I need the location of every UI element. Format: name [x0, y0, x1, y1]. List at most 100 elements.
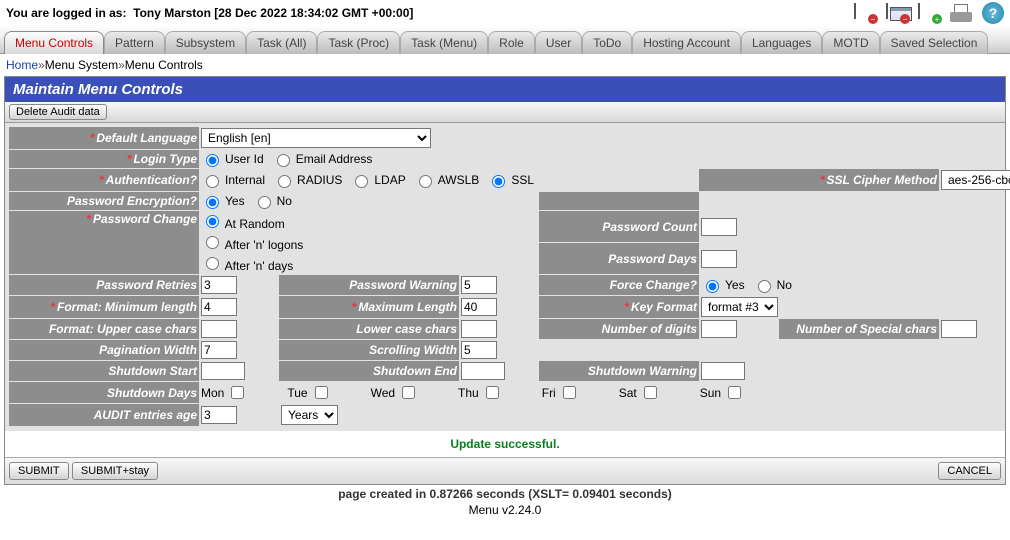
auth-ldap[interactable]: LDAP — [350, 172, 405, 188]
lbl-force-change: Force Change? — [610, 278, 697, 292]
print-icon[interactable] — [950, 4, 972, 22]
login-type-email[interactable]: Email Address — [272, 151, 373, 167]
tab-role[interactable]: Role — [488, 31, 535, 54]
lbl-lower: Lower case chars — [356, 322, 457, 336]
auth-internal[interactable]: Internal — [201, 172, 265, 188]
auth-awslb[interactable]: AWSLB — [414, 172, 480, 188]
day-sun[interactable]: Sun — [700, 383, 744, 402]
audit-age-input[interactable] — [201, 406, 237, 424]
digits-input[interactable] — [701, 320, 737, 338]
lbl-pwd-days: Password Days — [608, 252, 697, 266]
auth-ssl[interactable]: SSL — [487, 172, 534, 188]
shutdown-warn-input[interactable] — [701, 362, 745, 380]
scrolling-input[interactable] — [461, 341, 497, 359]
status-message: Update successful. — [5, 431, 1005, 457]
crumb-leaf: Menu Controls — [125, 58, 203, 72]
tab-task-all[interactable]: Task (All) — [246, 31, 317, 54]
lbl-digits: Number of digits — [602, 322, 697, 336]
breadcrumb: Home»Menu System»Menu Controls — [0, 54, 1010, 76]
crumb-home[interactable]: Home — [6, 58, 38, 72]
day-fri[interactable]: Fri — [542, 383, 579, 402]
page-title: Maintain Menu Controls — [5, 77, 1005, 102]
pwd-change-days[interactable]: After 'n' days — [201, 254, 537, 273]
footer-timing: page created in 0.87266 seconds (XSLT= 0… — [0, 485, 1010, 503]
lbl-pwd-change: Password Change — [93, 212, 197, 226]
tab-pattern[interactable]: Pattern — [104, 31, 165, 54]
day-tue[interactable]: Tue — [287, 383, 330, 402]
lbl-pwd-count: Password Count — [602, 220, 697, 234]
lbl-default-language: Default Language — [96, 131, 197, 145]
lbl-pwd-retries: Password Retries — [96, 278, 197, 292]
lbl-fmt-min: Format: Minimum length — [57, 300, 197, 314]
password-count-input[interactable] — [701, 218, 737, 236]
footer-version: Menu v2.24.0 — [0, 503, 1010, 521]
force-yes[interactable]: Yes — [701, 277, 745, 293]
pwd-enc-no[interactable]: No — [253, 193, 292, 209]
auth-radius[interactable]: RADIUS — [273, 172, 342, 188]
header-icons: − − + ? — [854, 2, 1004, 24]
lbl-key-format: Key Format — [631, 300, 697, 314]
close-all-icon[interactable]: − — [886, 4, 908, 22]
lbl-shut-start: Shutdown Start — [108, 364, 197, 378]
special-input[interactable] — [941, 320, 977, 338]
tab-menu-controls[interactable]: Menu Controls — [4, 31, 104, 54]
password-warning-input[interactable] — [461, 276, 497, 294]
lbl-pwd-warning: Password Warning — [349, 278, 457, 292]
submit-stay-button[interactable]: SUBMIT+stay — [72, 462, 158, 480]
submit-button[interactable]: SUBMIT — [9, 462, 69, 480]
lbl-special: Number of Special chars — [796, 322, 937, 336]
force-no[interactable]: No — [753, 277, 792, 293]
shutdown-start-input[interactable] — [201, 362, 245, 380]
window-new-icon[interactable]: + — [918, 4, 940, 22]
password-days-input[interactable] — [701, 250, 737, 268]
pwd-change-logons[interactable]: After 'n' logons — [201, 233, 537, 252]
lbl-pagination: Pagination Width — [99, 343, 197, 357]
tab-task-menu[interactable]: Task (Menu) — [400, 31, 488, 54]
lbl-audit-age: AUDIT entries age — [94, 408, 197, 422]
window-close-icon[interactable]: − — [854, 4, 876, 22]
pwd-enc-yes[interactable]: Yes — [201, 193, 245, 209]
pwd-change-random[interactable]: At Random — [201, 212, 537, 231]
key-format-select[interactable]: format #3 — [701, 297, 778, 317]
tab-motd[interactable]: MOTD — [822, 31, 879, 54]
lbl-pwd-enc: Password Encryption? — [67, 194, 197, 208]
tab-task-proc[interactable]: Task (Proc) — [317, 31, 400, 54]
cancel-button[interactable]: CANCEL — [938, 462, 1001, 480]
shutdown-end-input[interactable] — [461, 362, 505, 380]
lbl-scrolling: Scrolling Width — [369, 343, 457, 357]
day-wed[interactable]: Wed — [371, 383, 418, 402]
audit-unit-select[interactable]: Years — [281, 405, 338, 425]
help-icon[interactable]: ? — [982, 2, 1004, 24]
pagination-input[interactable] — [201, 341, 237, 359]
tab-saved-selection[interactable]: Saved Selection — [880, 31, 989, 54]
day-mon[interactable]: Mon — [201, 383, 247, 402]
tab-user[interactable]: User — [535, 31, 582, 54]
delete-audit-button[interactable]: Delete Audit data — [9, 104, 107, 120]
upper-input[interactable] — [201, 320, 237, 338]
tab-subsystem[interactable]: Subsystem — [165, 31, 246, 54]
format-min-input[interactable] — [201, 298, 237, 316]
login-type-user[interactable]: User Id — [201, 151, 264, 167]
lbl-max-len: Maximum Length — [358, 300, 457, 314]
page-frame: Maintain Menu Controls Delete Audit data… — [4, 76, 1006, 485]
default-language-select[interactable]: English [en] — [201, 128, 431, 148]
lbl-login-type: Login Type — [133, 152, 197, 166]
tab-hosting[interactable]: Hosting Account — [632, 31, 741, 54]
tab-todo[interactable]: ToDo — [582, 31, 632, 54]
nav-tabs: Menu Controls Pattern Subsystem Task (Al… — [0, 26, 1010, 54]
tab-languages[interactable]: Languages — [741, 31, 822, 54]
day-sat[interactable]: Sat — [619, 383, 660, 402]
lbl-ssl-cipher: SSL Cipher Method — [827, 173, 937, 187]
password-retries-input[interactable] — [201, 276, 237, 294]
crumb-mid: Menu System — [45, 58, 118, 72]
day-thu[interactable]: Thu — [458, 383, 502, 402]
ssl-cipher-select[interactable]: aes-256-cbc — [941, 170, 1010, 190]
login-line: You are logged in as: Tony Marston [28 D… — [6, 6, 413, 20]
lbl-authentication: Authentication? — [106, 173, 197, 187]
lbl-shut-warn: Shutdown Warning — [588, 364, 697, 378]
lower-input[interactable] — [461, 320, 497, 338]
lbl-shut-days: Shutdown Days — [107, 386, 197, 400]
max-length-input[interactable] — [461, 298, 497, 316]
lbl-shut-end: Shutdown End — [373, 364, 457, 378]
lbl-fmt-upper: Format: Upper case chars — [49, 322, 197, 336]
